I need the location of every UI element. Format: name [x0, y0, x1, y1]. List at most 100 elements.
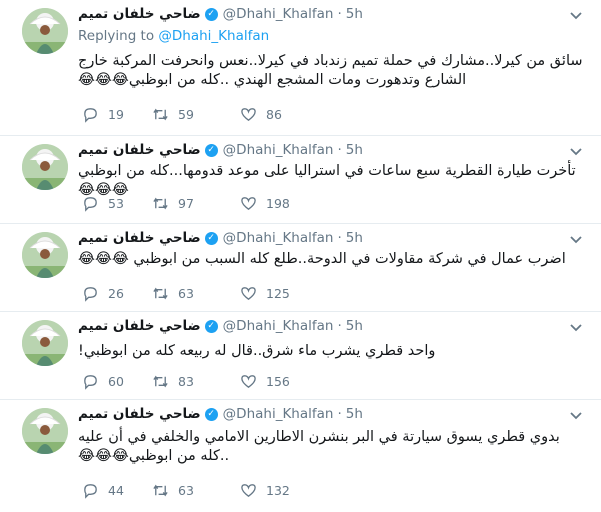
- separator: ·: [337, 406, 342, 422]
- tweet-text: اضرب عمال في شركة مقاولات في الدوحة..طلع…: [78, 251, 566, 267]
- chevron-down-icon[interactable]: [569, 320, 583, 334]
- display-name[interactable]: ضاحي خلفان تميم: [78, 318, 201, 334]
- retweet-button[interactable]: 63: [152, 285, 194, 302]
- display-name[interactable]: ضاحي خلفان تميم: [78, 230, 201, 246]
- tweet-actions: 19 59 86: [82, 106, 312, 126]
- user-handle[interactable]: @Dhahi_Khalfan: [223, 230, 334, 246]
- tweet-header: ضاحي خلفان تميم ✓ @Dhahi_Khalfan · 5h: [78, 404, 363, 424]
- user-handle[interactable]: @Dhahi_Khalfan: [223, 6, 334, 22]
- chevron-down-icon[interactable]: [569, 232, 583, 246]
- reply-count: 44: [108, 483, 124, 498]
- avatar[interactable]: [22, 232, 68, 278]
- avatar[interactable]: [22, 8, 68, 54]
- reply-count: 60: [108, 374, 124, 389]
- heart-icon: [241, 287, 256, 300]
- reply-target-link[interactable]: @Dhahi_Khalfan: [158, 28, 269, 44]
- tweet-actions: 53 97 198: [82, 195, 312, 215]
- display-name[interactable]: ضاحي خلفان تميم: [78, 406, 201, 422]
- reply-icon: [84, 484, 97, 499]
- reply-icon: [84, 375, 97, 390]
- reply-button[interactable]: 60: [82, 373, 124, 390]
- user-handle[interactable]: @Dhahi_Khalfan: [223, 142, 334, 158]
- retweet-button[interactable]: 63: [152, 482, 194, 499]
- reply-prefix: Replying to: [78, 28, 155, 44]
- avatar[interactable]: [22, 144, 68, 190]
- like-button[interactable]: 132: [240, 482, 290, 499]
- tweet[interactable]: ضاحي خلفان تميم ✓ @Dhahi_Khalfan · 5h وا…: [0, 312, 601, 400]
- chevron-down-icon[interactable]: [569, 144, 583, 158]
- like-count: 86: [266, 107, 282, 122]
- retweet-button[interactable]: 59: [152, 106, 194, 123]
- timestamp[interactable]: 5h: [346, 142, 363, 158]
- reply-button[interactable]: 44: [82, 482, 124, 499]
- separator: ·: [337, 6, 342, 22]
- tweet-feed: ضاحي خلفان تميم ✓ @Dhahi_Khalfan · 5h Re…: [0, 0, 601, 512]
- avatar[interactable]: [22, 320, 68, 366]
- tweet[interactable]: ضاحي خلفان تميم ✓ @Dhahi_Khalfan · 5h بد…: [0, 400, 601, 512]
- timestamp[interactable]: 5h: [346, 318, 363, 334]
- retweet-button[interactable]: 97: [152, 195, 194, 212]
- heart-icon: [241, 484, 256, 497]
- reply-icon: [84, 287, 97, 302]
- reply-count: 53: [108, 196, 124, 211]
- tweet[interactable]: ضاحي خلفان تميم ✓ @Dhahi_Khalfan · 5h Re…: [0, 0, 601, 136]
- retweet-icon: [153, 484, 168, 497]
- retweet-count: 63: [178, 286, 194, 301]
- chevron-down-icon[interactable]: [569, 408, 583, 422]
- reply-button[interactable]: 26: [82, 285, 124, 302]
- verified-badge-icon: ✓: [204, 319, 218, 333]
- retweet-count: 63: [178, 483, 194, 498]
- verified-badge-icon: ✓: [204, 407, 218, 421]
- timestamp[interactable]: 5h: [346, 230, 363, 246]
- tweet-header: ضاحي خلفان تميم ✓ @Dhahi_Khalfan · 5h: [78, 228, 363, 248]
- retweet-count: 83: [178, 374, 194, 389]
- retweet-icon: [153, 287, 168, 300]
- heart-icon: [241, 375, 256, 388]
- separator: ·: [337, 318, 342, 334]
- reply-count: 26: [108, 286, 124, 301]
- tweet-header: ضاحي خلفان تميم ✓ @Dhahi_Khalfan · 5h: [78, 4, 363, 24]
- heart-icon: [241, 108, 256, 121]
- reply-context: Replying to @Dhahi_Khalfan: [78, 28, 269, 44]
- verified-badge-icon: ✓: [204, 143, 218, 157]
- heart-icon: [241, 197, 256, 210]
- tweet-actions: 26 63 125: [82, 285, 312, 305]
- reply-count: 19: [108, 107, 124, 122]
- like-button[interactable]: 86: [240, 106, 282, 123]
- chevron-down-icon[interactable]: [569, 8, 583, 22]
- tweet[interactable]: ضاحي خلفان تميم ✓ @Dhahi_Khalfan · 5h اض…: [0, 224, 601, 312]
- tweet-text: سائق من كيرلا..مشارك في حملة تميم زندباد…: [78, 53, 583, 88]
- tweet-actions: 44 63 132: [82, 482, 312, 502]
- reply-icon: [84, 108, 97, 123]
- avatar[interactable]: [22, 408, 68, 454]
- verified-badge-icon: ✓: [204, 231, 218, 245]
- reply-icon: [84, 197, 97, 212]
- timestamp[interactable]: 5h: [346, 6, 363, 22]
- display-name[interactable]: ضاحي خلفان تميم: [78, 142, 201, 158]
- retweet-button[interactable]: 83: [152, 373, 194, 390]
- like-count: 125: [266, 286, 290, 301]
- tweet-text: واحد قطري يشرب ماء شرق..قال له ربيعه كله…: [78, 343, 436, 359]
- like-button[interactable]: 125: [240, 285, 290, 302]
- reply-button[interactable]: 19: [82, 106, 124, 123]
- timestamp[interactable]: 5h: [346, 406, 363, 422]
- tweet-header: ضاحي خلفان تميم ✓ @Dhahi_Khalfan · 5h: [78, 316, 363, 336]
- retweet-icon: [153, 197, 168, 210]
- display-name[interactable]: ضاحي خلفان تميم: [78, 6, 201, 22]
- separator: ·: [337, 142, 342, 158]
- tweet-text: بدوي قطري يسوق سيارتة في البر بنشرن الاط…: [78, 429, 560, 464]
- like-count: 156: [266, 374, 290, 389]
- separator: ·: [337, 230, 342, 246]
- like-count: 198: [266, 196, 290, 211]
- reply-button[interactable]: 53: [82, 195, 124, 212]
- user-handle[interactable]: @Dhahi_Khalfan: [223, 318, 334, 334]
- like-button[interactable]: 198: [240, 195, 290, 212]
- verified-badge-icon: ✓: [204, 7, 218, 21]
- retweet-icon: [153, 375, 168, 388]
- tweet-actions: 60 83 156: [82, 373, 312, 393]
- like-button[interactable]: 156: [240, 373, 290, 390]
- user-handle[interactable]: @Dhahi_Khalfan: [223, 406, 334, 422]
- like-count: 132: [266, 483, 290, 498]
- tweet[interactable]: ضاحي خلفان تميم ✓ @Dhahi_Khalfan · 5h تأ…: [0, 136, 601, 224]
- retweet-count: 59: [178, 107, 194, 122]
